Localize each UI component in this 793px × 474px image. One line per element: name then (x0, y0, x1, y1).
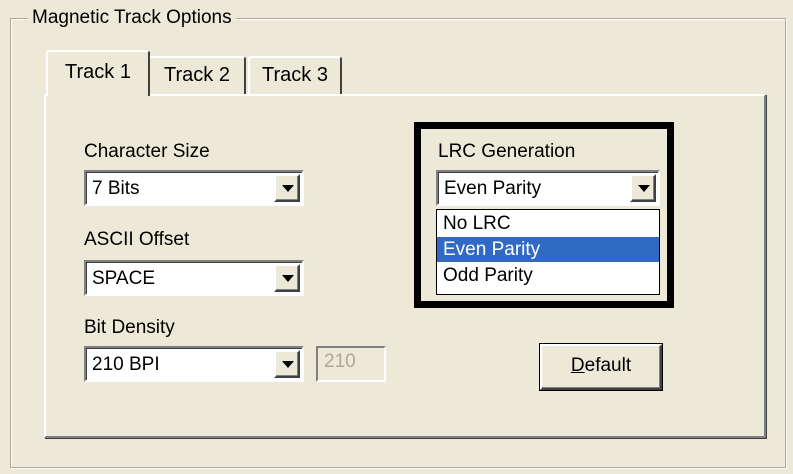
tab-track-1[interactable]: Track 1 (46, 50, 150, 96)
default-button[interactable]: Default (540, 344, 662, 390)
option-even-parity[interactable]: Even Parity (437, 237, 659, 262)
lrc-generation-value: Even Parity (444, 178, 542, 199)
chevron-down-icon[interactable] (274, 264, 300, 292)
chevron-down-icon[interactable] (274, 174, 300, 202)
group-title: Magnetic Track Options (28, 6, 236, 30)
default-button-accelerator: D (570, 355, 585, 376)
tab-track-2[interactable]: Track 2 (148, 56, 246, 94)
option-odd-parity[interactable]: Odd Parity (437, 263, 659, 288)
character-size-value: 7 Bits (92, 178, 140, 199)
lrc-generation-select[interactable]: Even Parity (436, 170, 660, 206)
default-button-label-rest: efault (584, 355, 632, 376)
bit-density-custom-field: 210 (316, 346, 386, 382)
character-size-select[interactable]: 7 Bits (84, 170, 304, 206)
character-size-label: Character Size (84, 141, 210, 162)
chevron-down-icon[interactable] (630, 174, 656, 202)
option-no-lrc[interactable]: No LRC (437, 211, 659, 236)
bit-density-select[interactable]: 210 BPI (84, 346, 304, 382)
bit-density-value: 210 BPI (92, 354, 160, 375)
ascii-offset-label: ASCII Offset (84, 229, 190, 250)
bit-density-label: Bit Density (84, 317, 175, 338)
tab-track-3[interactable]: Track 3 (248, 56, 342, 94)
ascii-offset-select[interactable]: SPACE (84, 260, 304, 296)
chevron-down-icon[interactable] (274, 350, 300, 378)
ascii-offset-value: SPACE (92, 268, 156, 289)
lrc-generation-label: LRC Generation (438, 141, 576, 162)
lrc-generation-dropdown-list[interactable]: No LRC Even Parity Odd Parity (436, 209, 660, 295)
